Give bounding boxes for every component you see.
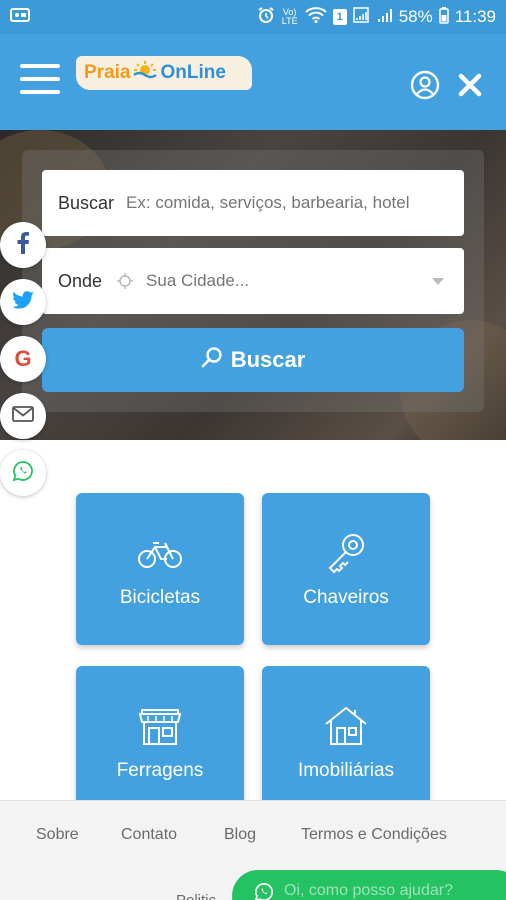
- search-button-label: Buscar: [230, 347, 306, 372]
- bicycle-icon: [136, 529, 184, 577]
- facebook-share-button[interactable]: [0, 222, 46, 268]
- footer-link-politica[interactable]: Politic: [176, 892, 216, 900]
- hamburger-line: [20, 77, 60, 81]
- status-right: Vo) LTE 1 58% 11:39: [257, 6, 496, 29]
- buscar-input[interactable]: [126, 193, 447, 213]
- whatsapp-chat-button[interactable]: Oi, como posso ajudar?: [232, 870, 506, 900]
- crosshair-icon[interactable]: [116, 272, 134, 290]
- mail-icon: [12, 406, 34, 426]
- alarm-icon: [257, 6, 275, 29]
- onde-input[interactable]: [146, 271, 387, 291]
- facebook-icon: [16, 232, 30, 258]
- signal-1-icon: [352, 6, 371, 28]
- buscar-label: Buscar: [58, 192, 115, 213]
- footer-link-contato[interactable]: Contato: [121, 826, 177, 844]
- site-logo[interactable]: Praia OnLine: [76, 56, 252, 90]
- gallery-notification-icon: [10, 7, 30, 28]
- google-icon: G: [14, 346, 32, 371]
- footer-link-termos[interactable]: Termos e Condições: [301, 826, 447, 844]
- whatsapp-share-button[interactable]: [0, 450, 46, 496]
- whatsapp-icon: [12, 460, 34, 486]
- status-bar: Vo) LTE 1 58% 11:39: [0, 0, 506, 34]
- chevron-down-icon[interactable]: [432, 278, 444, 285]
- signal-2-icon: [377, 7, 393, 28]
- sim-indicator: 1: [332, 9, 347, 25]
- whatsapp-chat-label: Oi, como posso ajudar?: [284, 882, 453, 899]
- category-card-chaveiros[interactable]: Chaveiros: [262, 493, 430, 645]
- clock: 11:39: [454, 7, 496, 26]
- house-icon: [322, 702, 370, 750]
- network-type: Vo) LTE: [281, 7, 298, 26]
- category-label: Chaveiros: [303, 587, 389, 608]
- search-button[interactable]: Buscar: [42, 328, 464, 392]
- footer-link-sobre[interactable]: Sobre: [36, 826, 79, 844]
- logo-text-praia: Praia: [84, 62, 131, 83]
- app-header: Praia OnLine: [0, 34, 506, 130]
- status-left: [10, 7, 30, 28]
- close-icon[interactable]: [457, 72, 483, 98]
- category-card-imobiliarias[interactable]: Imobiliárias: [262, 666, 430, 818]
- sun-wave-icon: [132, 60, 158, 86]
- hamburger-line: [20, 90, 60, 94]
- logo-text-online: OnLine: [160, 62, 226, 83]
- battery-percent: 58%: [398, 7, 433, 26]
- onde-field[interactable]: Onde: [42, 248, 464, 314]
- buscar-field[interactable]: Buscar: [42, 170, 464, 236]
- category-label: Bicicletas: [119, 587, 201, 608]
- footer-link-blog[interactable]: Blog: [224, 826, 256, 844]
- google-share-button[interactable]: G: [0, 336, 46, 382]
- onde-label: Onde: [58, 270, 103, 291]
- category-card-bicicletas[interactable]: Bicicletas: [76, 493, 244, 645]
- category-label: Imobiliárias: [297, 760, 395, 781]
- whatsapp-chat-icon: [254, 882, 274, 900]
- twitter-icon: [12, 291, 34, 313]
- email-share-button[interactable]: [0, 393, 46, 439]
- search-icon: [201, 346, 223, 374]
- hamburger-line: [20, 64, 60, 68]
- battery-icon: [438, 6, 449, 29]
- category-label: Ferragens: [116, 760, 204, 781]
- category-card-ferragens[interactable]: Ferragens: [76, 666, 244, 818]
- menu-button[interactable]: [20, 64, 62, 94]
- store-icon: [136, 702, 184, 750]
- user-account-icon[interactable]: [410, 70, 440, 100]
- wifi-icon: [305, 6, 327, 28]
- key-icon: [322, 529, 370, 577]
- twitter-share-button[interactable]: [0, 279, 46, 325]
